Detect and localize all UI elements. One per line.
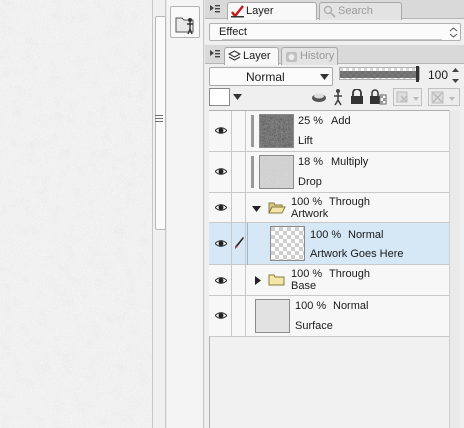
- tab-layer-label: Layer: [243, 50, 271, 62]
- layer-status-cell[interactable]: [232, 265, 246, 295]
- layer-thumbnail-dark: [259, 114, 294, 148]
- eye-icon: [215, 168, 227, 175]
- layer-opacity: 100 %: [291, 196, 323, 208]
- chevron-down-icon[interactable]: [233, 94, 242, 100]
- layer-row-base-folder[interactable]: 100 % Through Base: [209, 265, 449, 296]
- layer-opacity: 18 %: [298, 156, 324, 168]
- layer-name: Surface: [295, 320, 333, 332]
- eye-icon: [215, 127, 227, 134]
- draft-layer-icon[interactable]: [330, 88, 346, 106]
- canvas-vertical-scrollbar[interactable]: [152, 0, 166, 428]
- tool-column: [167, 0, 204, 428]
- tab-history[interactable]: History: [281, 47, 338, 65]
- layer-row-artwork-folder[interactable]: 100 % Through Artwork: [209, 193, 449, 223]
- layer-name: Artwork: [291, 208, 329, 220]
- layer-blend-mode: Normal: [333, 300, 369, 312]
- palette-menu-icon-2[interactable]: [209, 49, 221, 61]
- layer-status-cell[interactable]: [232, 223, 246, 264]
- blend-mode-value: Normal: [246, 70, 285, 84]
- tab-layer[interactable]: Layer: [224, 47, 279, 65]
- layer-property-icon: [231, 5, 244, 18]
- tab-layer-property[interactable]: Layer Property: [227, 2, 317, 34]
- open-folder-icon: [268, 202, 286, 214]
- paper-texture-image: [0, 0, 152, 428]
- clip-indicator: [251, 156, 254, 188]
- eye-icon: [215, 204, 227, 211]
- layer-icon: [228, 50, 241, 61]
- layer-row-drop[interactable]: 18 % Multiply Drop: [209, 152, 449, 193]
- layer-blend-mode: Add: [331, 115, 351, 127]
- chevron-down-icon: [320, 74, 329, 80]
- lock-transparent-pixels-icon[interactable]: [369, 89, 387, 105]
- tab-search-layer[interactable]: Search Layer: [319, 2, 402, 34]
- layer-name: Lift: [298, 135, 313, 147]
- layer-status-cell[interactable]: [232, 296, 246, 336]
- chevron-updown-icon: [449, 27, 458, 38]
- layer-blend-mode: Normal: [348, 229, 384, 241]
- layer-name: Drop: [298, 176, 322, 188]
- layer-blend-mode: Through: [329, 268, 370, 280]
- reference-layer-icon[interactable]: [311, 89, 327, 105]
- eye-icon: [215, 277, 227, 284]
- opacity-slider-fill: [340, 68, 419, 79]
- eye-icon: [215, 240, 227, 247]
- clip-layer-icon: [396, 91, 419, 103]
- layer-status-cell[interactable]: [232, 152, 246, 192]
- opacity-value: 100: [428, 68, 449, 82]
- layer-row-surface[interactable]: 100 % Normal Surface: [209, 296, 449, 337]
- blend-mode-dropdown[interactable]: Normal: [209, 67, 333, 86]
- layer-thumbnail-light: [259, 155, 294, 189]
- palette-menu-icon[interactable]: [209, 4, 221, 16]
- canvas-paper-texture[interactable]: [0, 0, 152, 428]
- visibility-toggle[interactable]: [209, 193, 232, 222]
- opacity-slider-handle[interactable]: [416, 66, 419, 82]
- eye-icon: [215, 312, 227, 319]
- layer-name: Base: [291, 280, 317, 292]
- layer-blend-mode: Multiply: [331, 156, 369, 168]
- layer-list-scrollbar[interactable]: [449, 110, 460, 428]
- layer-thumbnail-transparent: [270, 226, 305, 261]
- opacity-spinner[interactable]: [451, 67, 460, 84]
- layer-status-cell[interactable]: [232, 111, 246, 151]
- reference-off-icon: [431, 91, 455, 104]
- layer-status-cell[interactable]: [232, 193, 246, 222]
- layer-opacity: 100 %: [291, 268, 323, 280]
- effect-divider: [222, 39, 442, 40]
- visibility-toggle[interactable]: [209, 111, 232, 151]
- layer-opacity: 100 %: [295, 300, 327, 312]
- search-layer-icon: [323, 5, 336, 18]
- layer-color-swatch[interactable]: [209, 88, 230, 106]
- folder-collapse-icon[interactable]: [255, 276, 261, 285]
- clip-layer-button[interactable]: [393, 88, 422, 106]
- layer-opacity: 25 %: [298, 115, 324, 127]
- effect-dropdown[interactable]: Effect: [209, 23, 461, 41]
- clip-indicator: [251, 115, 254, 147]
- visibility-toggle[interactable]: [209, 296, 232, 336]
- lock-icon[interactable]: [350, 89, 364, 105]
- opacity-slider[interactable]: [339, 67, 420, 80]
- layer-thumbnail-plain: [255, 299, 290, 333]
- folder-tool-button[interactable]: [170, 6, 200, 38]
- folder-figure-icon: [175, 17, 194, 35]
- pen-icon: [235, 237, 244, 249]
- effect-label: Effect: [219, 26, 247, 38]
- layer-blend-mode: Through: [329, 196, 370, 208]
- layer-opacity: 100 %: [310, 229, 342, 241]
- visibility-toggle[interactable]: [209, 152, 232, 192]
- folder-indent-line: [247, 223, 248, 265]
- panel-resize-grip[interactable]: [154, 113, 164, 127]
- visibility-toggle[interactable]: [209, 223, 232, 264]
- reference-settings-button[interactable]: [428, 88, 460, 106]
- closed-folder-icon: [268, 274, 285, 286]
- layer-row-artwork-goes-here[interactable]: 100 % Normal Artwork Goes Here: [209, 223, 449, 265]
- layer-name: Artwork Goes Here: [310, 248, 404, 260]
- folder-expand-icon[interactable]: [252, 206, 261, 212]
- tab-history-label: History: [300, 50, 335, 62]
- visibility-toggle[interactable]: [209, 265, 232, 295]
- history-icon: [286, 52, 297, 62]
- layer-row-lift[interactable]: 25 % Add Lift: [209, 111, 449, 152]
